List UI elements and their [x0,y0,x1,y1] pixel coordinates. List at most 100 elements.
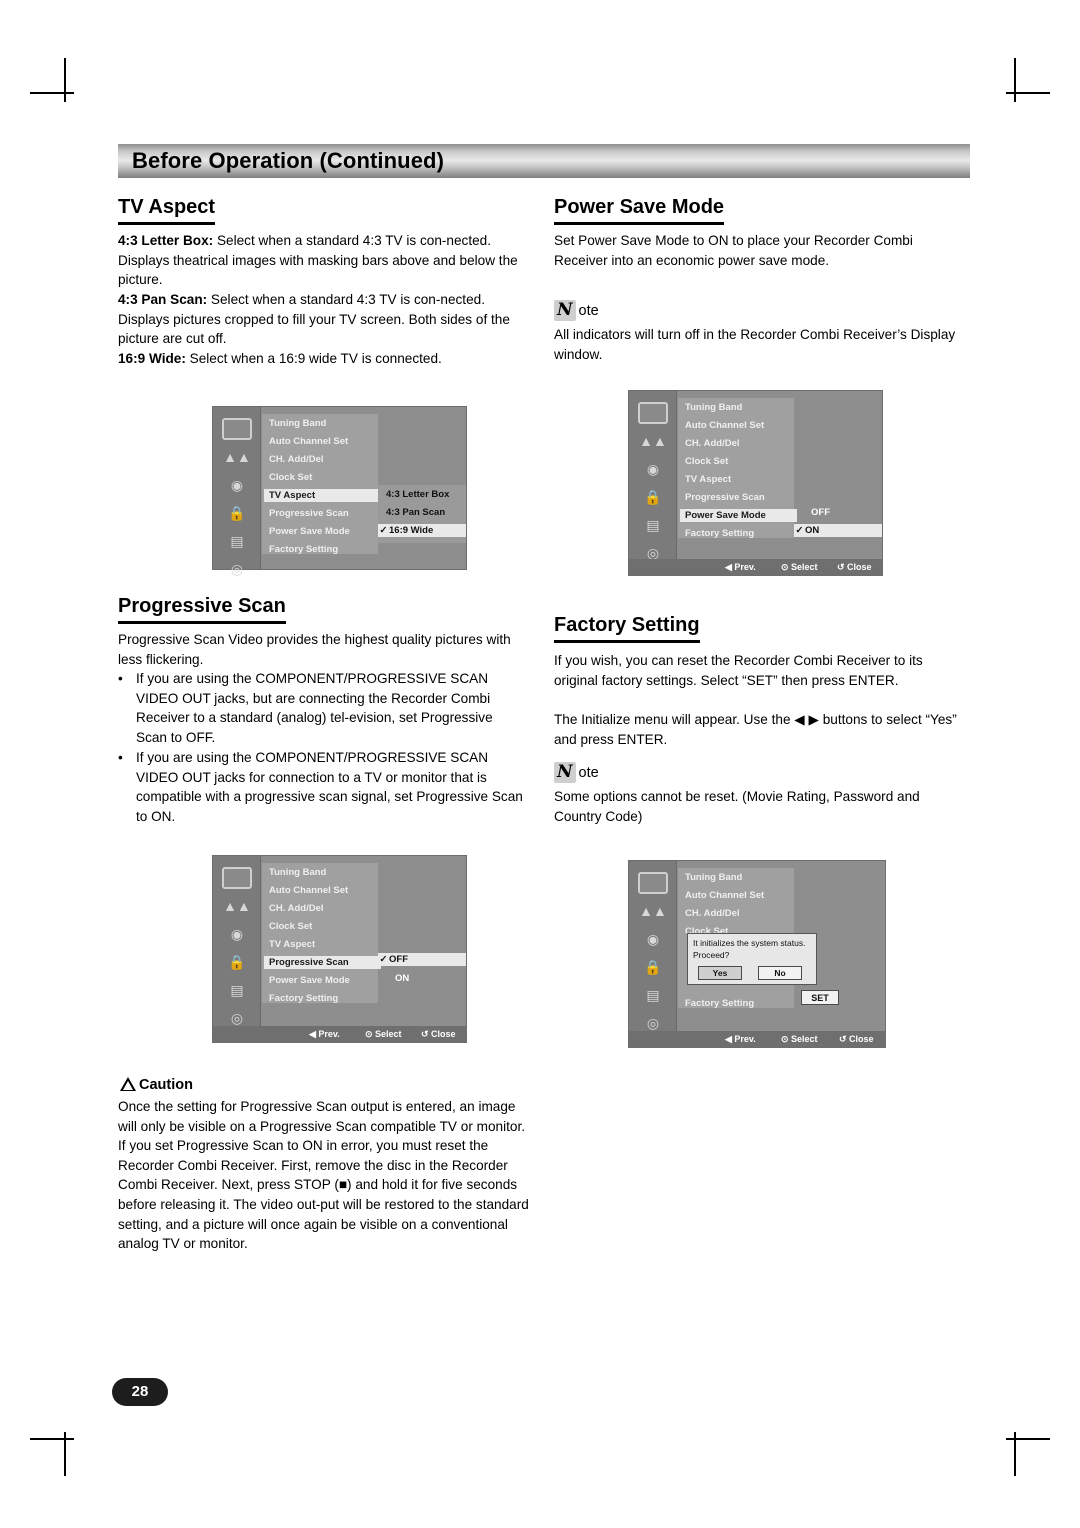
osd-item-auto-channel-set[interactable]: Auto Channel Set [680,889,797,902]
tv-icon [222,418,252,440]
osd-item-progressive-scan[interactable]: Progressive Scan [264,507,381,520]
osd-screen-progressive-scan: ▲▲ ◉ 🔒 ▤ ◎ Tuning Band Auto Channel Set … [212,855,467,1043]
crop-mark-tl-h [30,92,74,94]
osd-item-tuning-band[interactable]: Tuning Band [680,401,797,414]
dialog-line-2: Proceed? [693,950,730,960]
bullet-2-text: If you are using the COMPONENT/PROGRESSI… [136,750,523,824]
tv-icon [638,872,668,894]
disc-icon: ◎ [230,561,244,577]
osd-option-panscan[interactable]: 4:3 Pan Scan [380,506,470,519]
osd-option-wide[interactable]: ✓ 16:9 Wide [378,524,466,537]
note-badge-factory-setting: Note [554,762,599,783]
osd-item-clock-set[interactable]: Clock Set [680,455,797,468]
bullet-dot-icon: • [118,671,123,686]
note-label: ote [578,765,599,781]
osd-option-power-save-off[interactable]: OFF [805,506,887,519]
crop-mark-br-h [1006,1438,1050,1440]
osd-bar-prev[interactable]: ◀ Prev. [725,1034,756,1045]
tape-icon: ▤ [646,987,660,1003]
osd-item-ch-add-del[interactable]: CH. Add/Del [264,453,381,466]
tv-aspect-paragraph-2: 4:3 Pan Scan: Select when a standard 4:3… [118,290,518,349]
factory-set-button[interactable]: SET [801,990,839,1005]
osd-item-ch-add-del[interactable]: CH. Add/Del [680,907,797,920]
osd-bottom-bar: ◀ Prev. ⊙ Select ↺ Close [213,1026,466,1042]
lock-icon: 🔒 [644,489,662,505]
osd-screen-tv-aspect: ▲▲ ◉ 🔒 ▤ ◎ Tuning Band Auto Channel Set … [212,406,470,577]
osd-item-factory-setting[interactable]: Factory Setting [680,997,797,1010]
section-heading-factory-setting: Factory Setting [554,614,700,643]
osd-item-progressive-scan[interactable]: Progressive Scan [680,491,797,504]
osd-bar-prev[interactable]: ◀ Prev. [309,1029,340,1040]
osd-item-tv-aspect[interactable]: TV Aspect [264,489,381,502]
osd-option-power-save-on[interactable]: ✓ ON [794,524,882,537]
osd-item-clock-set[interactable]: Clock Set [264,920,381,933]
osd-item-clock-set[interactable]: Clock Set [264,471,381,484]
osd-item-tuning-band[interactable]: Tuning Band [680,871,797,884]
section-heading-power-save: Power Save Mode [554,196,725,225]
osd-item-progressive-scan[interactable]: Progressive Scan [264,956,381,969]
power-save-note-text: All indicators will turn off in the Reco… [554,327,956,362]
osd-item-ch-add-del[interactable]: CH. Add/Del [680,437,797,450]
tv-aspect-paragraph-1: 4:3 Letter Box: Select when a standard 4… [118,231,518,290]
progressive-scan-bullet-1: • If you are using the COMPONENT/PROGRES… [118,669,526,747]
osd-bottom-bar: ◀ Prev. ⊙ Select ↺ Close [629,1031,885,1047]
dialog-no-button[interactable]: No [758,966,802,980]
osd-option-progressive-on[interactable]: ON [389,972,471,985]
osd-option-off-label: OFF [389,954,408,965]
tv-aspect-p2-label: 4:3 Pan Scan: [118,292,208,307]
antenna-icon: ▲▲ [223,449,251,465]
tape-icon: ▤ [230,982,244,998]
osd-bottom-bar: ◀ Prev. ⊙ Select ↺ Close [629,559,882,575]
osd-bar-close[interactable]: ↺ Close [839,1034,874,1045]
dialog-line-1: It initializes the system status. [693,938,806,948]
page-title: Before Operation (Continued) [132,148,445,173]
osd-item-auto-channel-set[interactable]: Auto Channel Set [264,435,381,448]
clock-icon: ◉ [230,926,244,942]
osd-icon-column: ▲▲ ◉ 🔒 ▤ ◎ [213,856,261,1042]
osd-bar-select[interactable]: ⊙ Select [781,1034,818,1045]
initialize-dialog: It initializes the system status. Procee… [687,933,817,985]
factory-setting-paragraph-2: The Initialize menu will appear. Use the… [554,712,957,747]
dialog-yes-button[interactable]: Yes [698,966,742,980]
tv-icon [638,402,668,424]
osd-item-tv-aspect[interactable]: TV Aspect [680,473,797,486]
section-heading-progressive-scan: Progressive Scan [118,595,286,624]
osd-item-power-save-mode[interactable]: Power Save Mode [264,525,381,538]
lock-icon: 🔒 [228,505,246,521]
tv-aspect-p3-text: Select when a 16:9 wide TV is connected. [185,351,442,366]
tape-icon: ▤ [646,517,660,533]
antenna-icon: ▲▲ [639,433,667,449]
osd-item-factory-setting[interactable]: Factory Setting [264,992,381,1005]
osd-item-factory-setting[interactable]: Factory Setting [680,527,797,540]
progressive-scan-intro: Progressive Scan Video provides the high… [118,632,511,667]
tv-aspect-p3-label: 16:9 Wide: [118,351,186,366]
osd-icon-column: ▲▲ ◉ 🔒 ▤ ◎ [629,391,677,575]
osd-bar-prev[interactable]: ◀ Prev. [725,562,756,573]
osd-option-on-label: ON [805,525,820,536]
osd-item-power-save-mode[interactable]: Power Save Mode [680,509,797,522]
osd-bar-select[interactable]: ⊙ Select [365,1029,402,1040]
osd-item-tuning-band[interactable]: Tuning Band [264,417,381,430]
osd-screen-power-save: ▲▲ ◉ 🔒 ▤ ◎ Tuning Band Auto Channel Set … [628,390,883,576]
osd-item-tuning-band[interactable]: Tuning Band [264,866,381,879]
osd-item-tv-aspect[interactable]: TV Aspect [264,938,381,951]
lock-icon: 🔒 [228,954,246,970]
tv-icon [222,867,252,889]
warning-triangle-icon [120,1077,136,1091]
osd-item-ch-add-del[interactable]: CH. Add/Del [264,902,381,915]
osd-bar-close[interactable]: ↺ Close [837,562,872,573]
osd-option-progressive-off[interactable]: ✓ OFF [378,953,466,966]
tv-aspect-paragraph-3: 16:9 Wide: Select when a 16:9 wide TV is… [118,349,518,369]
note-label: ote [578,303,599,319]
osd-item-auto-channel-set[interactable]: Auto Channel Set [680,419,797,432]
osd-item-power-save-mode[interactable]: Power Save Mode [264,974,381,987]
crop-mark-bl-h [30,1438,74,1440]
section-heading-tv-aspect: TV Aspect [118,196,216,225]
osd-bar-select[interactable]: ⊙ Select [781,562,818,573]
clock-icon: ◉ [646,931,660,947]
osd-bar-close[interactable]: ↺ Close [421,1029,456,1040]
osd-item-auto-channel-set[interactable]: Auto Channel Set [264,884,381,897]
caution-label: Caution [120,1075,193,1093]
osd-option-letterbox[interactable]: 4:3 Letter Box [380,488,470,501]
osd-item-factory-setting[interactable]: Factory Setting [264,543,381,556]
